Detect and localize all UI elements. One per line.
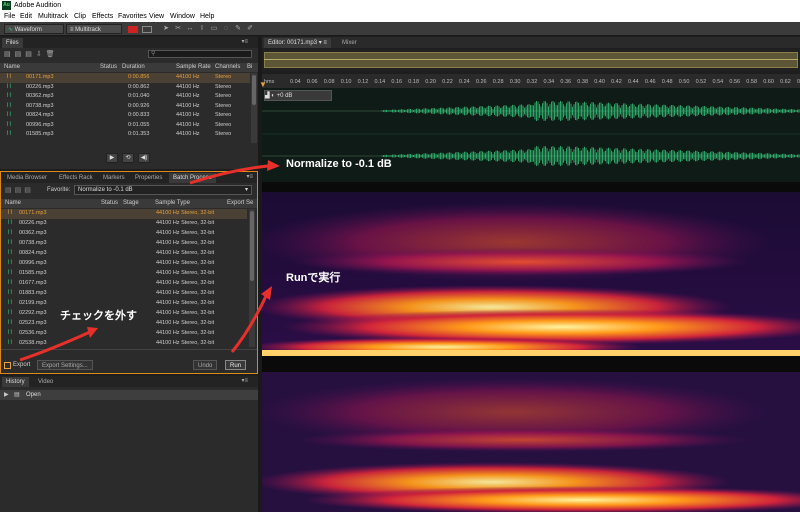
annotation-normalize: Normalize to -0.1 dB	[286, 158, 392, 170]
annotation-run: Runで実行	[286, 272, 341, 284]
audition-window: Au Adobe Audition File Edit Multitrack C…	[0, 0, 800, 512]
annotation-arrows	[19, 160, 280, 362]
annotation-uncheck: チェックを外す	[60, 310, 137, 322]
